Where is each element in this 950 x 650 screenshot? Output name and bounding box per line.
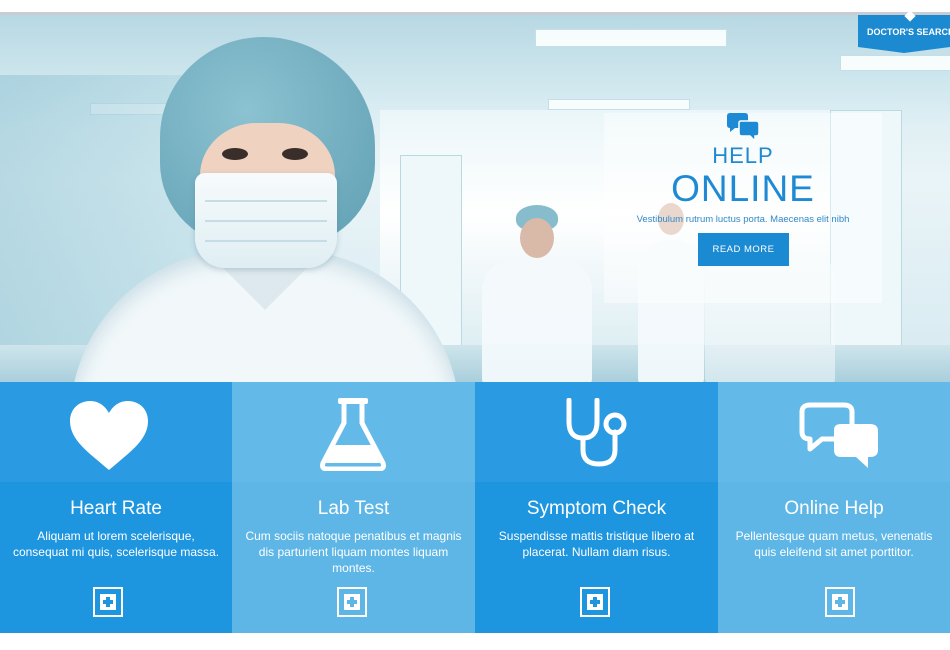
bg-staff-figure <box>482 260 592 382</box>
ceiling-light <box>840 55 950 71</box>
feature-tile-heart-rate: Heart Rate Aliquam ut lorem scelerisque,… <box>0 382 232 633</box>
feature-title: Lab Test <box>317 498 390 519</box>
feature-tiles: Heart Rate Aliquam ut lorem scelerisque,… <box>0 382 950 633</box>
mask-fold <box>205 240 327 242</box>
nurse-eye <box>222 148 248 160</box>
feature-plus-button[interactable] <box>825 587 855 617</box>
mask-fold <box>205 200 327 202</box>
chat-bubbles-icon <box>799 402 878 468</box>
heart-icon <box>70 401 148 470</box>
help-subtitle: Vestibulum rutrum luctus porta. Maecenas… <box>636 214 850 225</box>
help-heading-small: HELP <box>712 143 774 168</box>
flask-icon <box>320 398 386 471</box>
plus-icon <box>344 594 360 610</box>
nurse-eye <box>282 148 308 160</box>
feature-plus-button[interactable] <box>337 587 367 617</box>
bg-staff-head <box>520 218 554 258</box>
plus-icon <box>587 594 603 610</box>
feature-tile-symptom-check: Symptom Check Suspendisse mattis tristiq… <box>475 382 718 633</box>
stethoscope-icon <box>566 398 627 467</box>
feature-tile-lab-test: Lab Test Cum sociis natoque penatibus et… <box>232 382 475 633</box>
feature-title: Heart Rate <box>70 498 162 519</box>
feature-plus-button[interactable] <box>580 587 610 617</box>
doctors-search-tab[interactable]: DOCTOR'S SEARCH <box>858 15 950 47</box>
chat-bubbles-icon <box>727 113 760 143</box>
feature-text: Aliquam ut lorem scelerisque, consequat … <box>12 529 220 559</box>
plus-icon <box>832 594 848 610</box>
read-more-button[interactable]: READ MORE <box>698 233 789 266</box>
feature-plus-button[interactable] <box>93 587 123 617</box>
feature-title: Online Help <box>784 498 884 519</box>
feature-tile-online-help: Online Help Pellentesque quam metus, ven… <box>718 382 950 633</box>
plus-icon <box>100 594 116 610</box>
doctors-search-label: DOCTOR'S SEARCH <box>867 27 950 37</box>
feature-text: Suspendisse mattis tristique libero at p… <box>498 529 695 559</box>
feature-text: Cum sociis natoque penatibus et magnis d… <box>245 529 462 575</box>
feature-title: Symptom Check <box>526 498 667 519</box>
feature-text: Pellentesque quam metus, venenatis quis … <box>735 529 933 559</box>
ceiling-light <box>548 99 690 110</box>
help-heading-large: ONLINE <box>671 168 815 209</box>
mask-fold <box>205 220 327 222</box>
ceiling-light <box>535 29 727 47</box>
